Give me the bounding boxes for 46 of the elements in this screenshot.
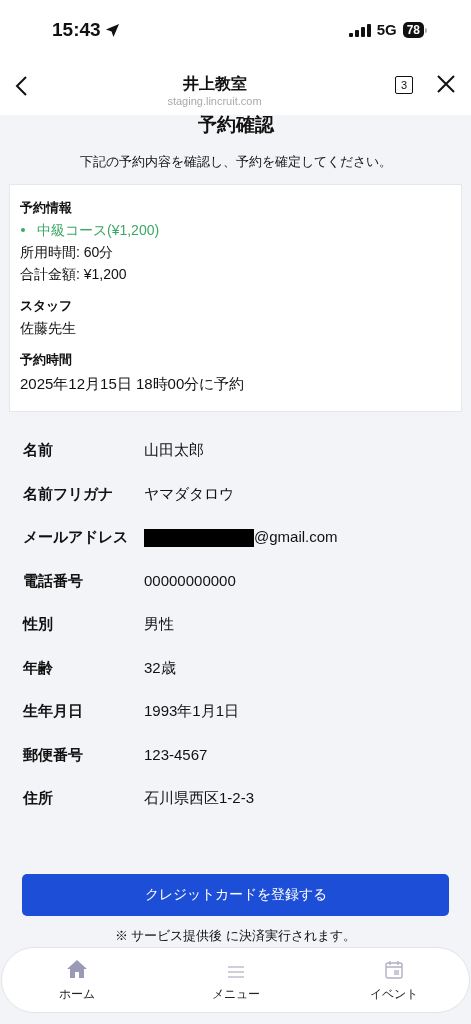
field-label: 電話番号 [23, 570, 84, 591]
page-title: 予約確認 [197, 114, 274, 136]
field-value: 32歳 [144, 657, 176, 678]
register-card-button[interactable]: クレジットカードを登録する [22, 873, 449, 916]
field-value: 山田太郎 [144, 440, 204, 461]
field-label: 名前 [23, 440, 54, 461]
field-value: 石川県西区1-2-3 [144, 788, 255, 809]
battery-indicator: 78 [402, 22, 427, 38]
calendar-icon [385, 959, 403, 979]
field-value: @gmail.com [254, 527, 338, 548]
menu-icon [226, 964, 245, 979]
section-heading: 予約情報 [20, 198, 73, 217]
signal-icon [348, 23, 371, 37]
field-value: ヤマダタロウ [144, 483, 234, 504]
network-label: 5G [376, 19, 397, 40]
info-text: 佐藤先生 [20, 318, 77, 338]
booking-time: 2025年12月15日 18時00分に予約 [20, 373, 246, 394]
field-label: 名前フリガナ [23, 483, 114, 504]
field-value: 1993年1月1日 [144, 701, 240, 722]
course-text: 中級コース(¥1,200) [37, 220, 160, 240]
tabs-button[interactable]: 3 [395, 76, 413, 94]
info-text: 合計金額: ¥1,200 [20, 264, 128, 284]
location-arrow-icon [104, 22, 120, 38]
field-label: 住所 [23, 788, 54, 809]
section-heading: 予約時間 [20, 350, 73, 369]
field-label: 生年月日 [23, 701, 84, 722]
nav-tab[interactable]: ホーム [42, 956, 112, 1003]
clock: 15:43 [52, 17, 101, 42]
field-value: 00000000000 [144, 570, 236, 591]
section-heading: スタッフ [20, 296, 73, 315]
field-label: メールアドレス [23, 527, 129, 548]
bullet-icon [21, 227, 25, 232]
field-value: 123-4567 [144, 744, 208, 765]
home-icon [66, 958, 88, 979]
field-label: 年齢 [23, 657, 54, 678]
payment-note: ※ サービス提供後 に決済実行されます。 [113, 926, 358, 945]
field-label: 性別 [23, 614, 54, 635]
header-title: 井上教室 [182, 74, 247, 94]
nav-tab[interactable]: メニュー [200, 956, 271, 1003]
url-text: staging.lincruit.com [167, 94, 262, 108]
page-subtitle: 下記の予約内容を確認し、予約を確定してください。 [79, 153, 392, 171]
close-button[interactable] [437, 74, 457, 94]
field-label: 郵便番号 [23, 744, 84, 765]
info-text: 所用時間: 60分 [20, 242, 115, 262]
nav-tab[interactable]: イベント [359, 956, 429, 1003]
field-value: 男性 [144, 614, 174, 635]
